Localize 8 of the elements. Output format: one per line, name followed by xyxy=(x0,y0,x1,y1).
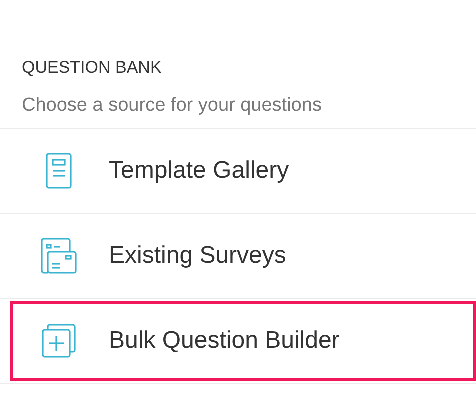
source-option[interactable]: Bulk Question Builder xyxy=(10,301,476,381)
document-icon xyxy=(46,153,72,189)
section-subtitle: Choose a source for your questions xyxy=(22,94,322,118)
source-option[interactable]: Template Gallery xyxy=(10,131,476,211)
source-option[interactable]: Existing Surveys xyxy=(10,216,476,296)
cards-icon xyxy=(41,238,77,274)
section-heading: QUESTION BANK xyxy=(22,57,162,79)
add-copy-icon xyxy=(42,324,76,358)
